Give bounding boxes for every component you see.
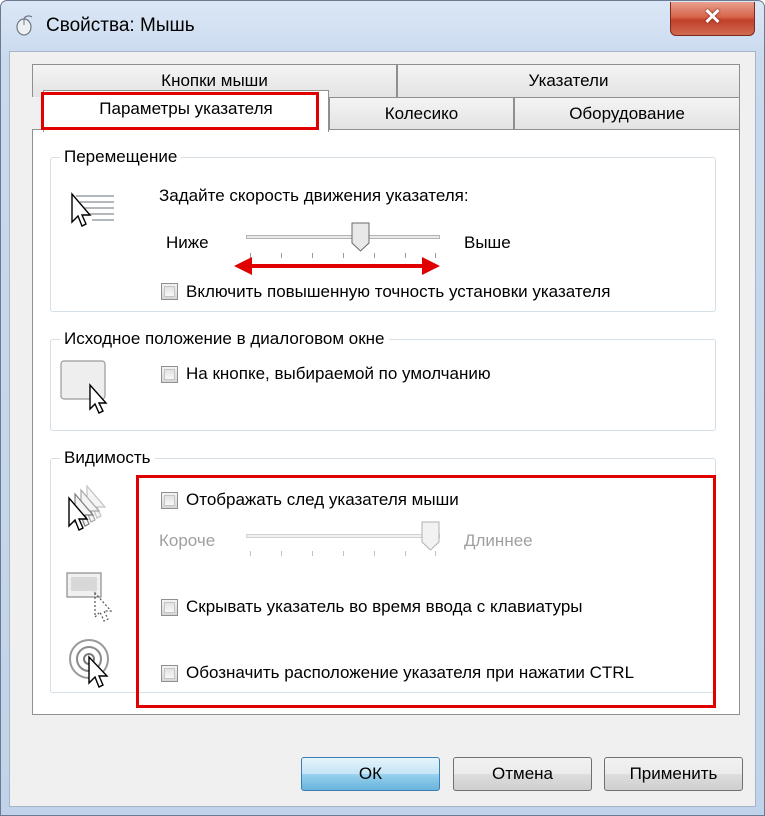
double-arrow-icon xyxy=(234,257,440,275)
motion-group: Перемещение Задайте скорость движения ук… xyxy=(50,147,716,312)
pointer-speed-icon xyxy=(71,192,114,227)
snap-to-default-checkbox[interactable] xyxy=(161,366,178,383)
visibility-highlight-box xyxy=(136,475,716,708)
snap-to-group-title: Исходное положение в диалоговом окне xyxy=(60,329,389,349)
visibility-group-title: Видимость xyxy=(60,448,155,468)
ctrl-locate-icon xyxy=(69,639,109,688)
snap-to-icon xyxy=(60,360,108,414)
precision-label: Включить повышенную точность установки у… xyxy=(186,282,611,301)
apply-button[interactable]: Применить xyxy=(604,757,743,791)
precision-checkbox[interactable] xyxy=(161,283,178,300)
hide-pointer-icon xyxy=(66,572,113,622)
ok-button[interactable]: ОК xyxy=(301,757,440,791)
mouse-icon xyxy=(16,15,33,36)
tab-wheel[interactable]: Колесико xyxy=(329,97,514,130)
snap-to-default-label: На кнопке, выбираемой по умолчанию xyxy=(186,364,491,383)
speed-slow-label: Ниже xyxy=(166,233,209,252)
close-icon: ✕ xyxy=(703,4,722,29)
motion-group-title: Перемещение xyxy=(60,147,182,167)
close-button[interactable]: ✕ xyxy=(670,2,755,36)
tab-hardware[interactable]: Оборудование xyxy=(514,97,740,130)
speed-slider-track[interactable] xyxy=(246,235,440,239)
speed-slider-thumb[interactable] xyxy=(351,222,370,252)
speed-fast-label: Выше xyxy=(464,233,511,252)
tab-pointers[interactable]: Указатели xyxy=(397,64,740,97)
title-bar[interactable]: Свойства: Мышь ✕ xyxy=(1,1,764,51)
pointer-trails-icon xyxy=(68,484,107,531)
cancel-button[interactable]: Отмена xyxy=(453,757,592,791)
speed-prompt: Задайте скорость движения указателя: xyxy=(159,186,469,205)
tab-highlight-box xyxy=(41,92,319,130)
window-title: Свойства: Мышь xyxy=(46,15,195,36)
snap-to-group: Исходное положение в диалоговом окне На … xyxy=(50,329,716,431)
